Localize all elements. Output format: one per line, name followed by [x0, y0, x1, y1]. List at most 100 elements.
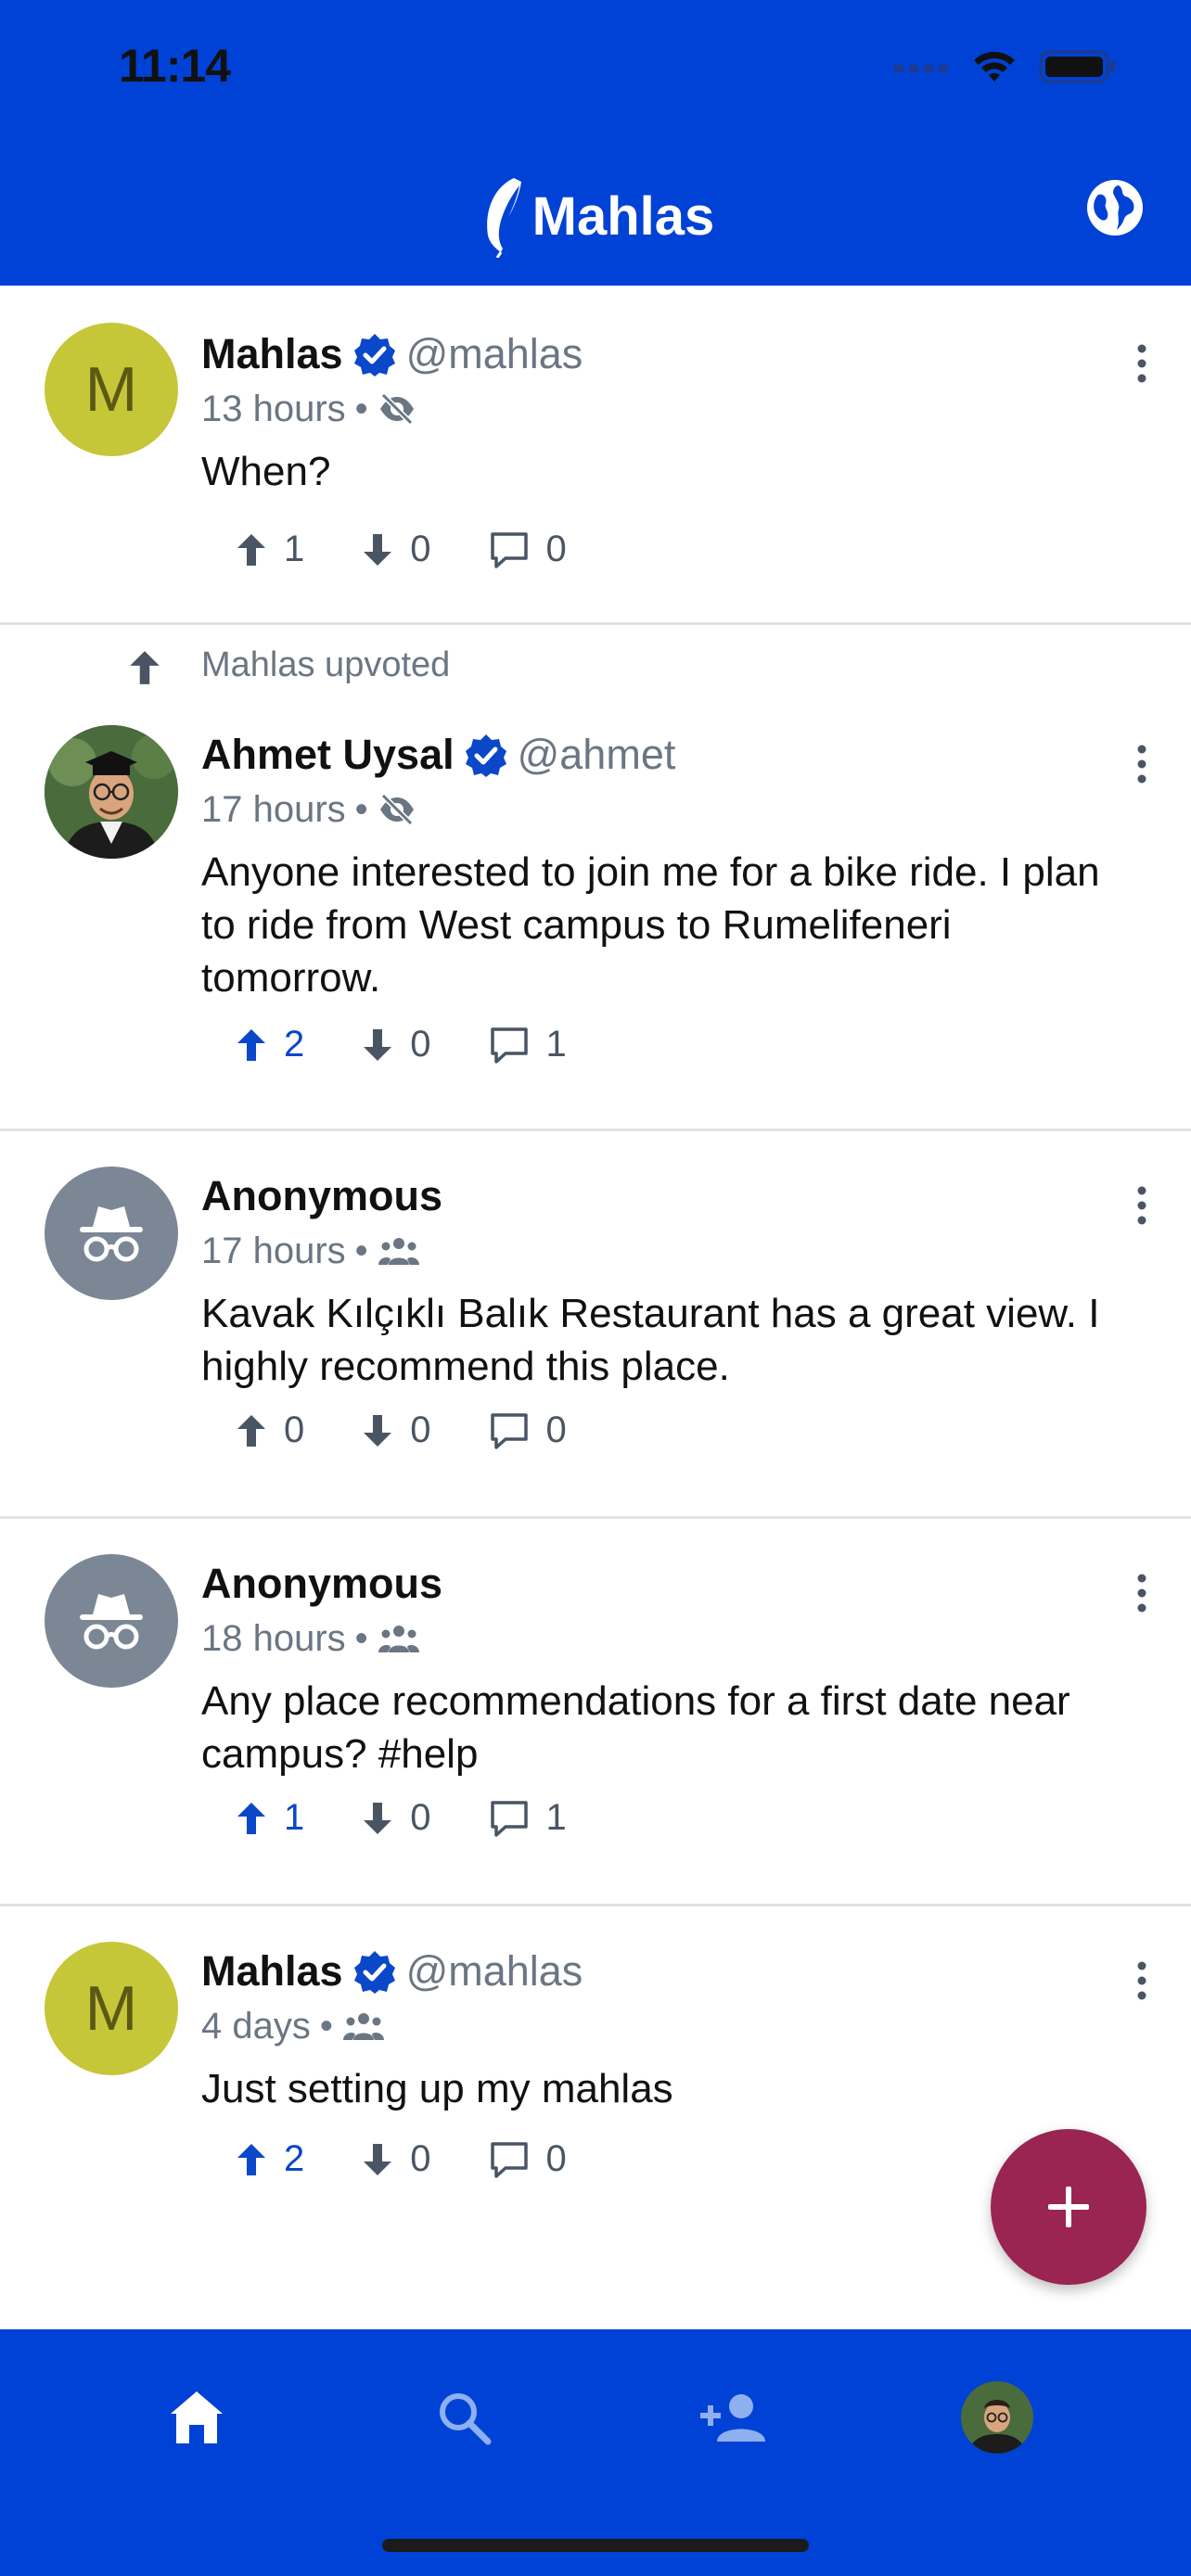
- avatar[interactable]: [45, 1554, 178, 1688]
- more-options-icon[interactable]: [1128, 336, 1156, 391]
- downvote-count: 0: [410, 529, 431, 569]
- post[interactable]: Anonymous 17 hours • Kavak Kılçıklı Balı…: [0, 1131, 1191, 1519]
- comment-button[interactable]: 1: [489, 1797, 567, 1839]
- more-options-icon[interactable]: [1128, 1178, 1156, 1233]
- author-name: Anonymous: [201, 1172, 443, 1219]
- app-title: Mahlas: [0, 174, 1191, 258]
- author-handle[interactable]: @mahlas: [406, 330, 583, 378]
- post-time: 17 hours: [201, 1230, 346, 1271]
- wifi-icon: [974, 51, 1015, 82]
- avatar[interactable]: [45, 1167, 178, 1300]
- comment-count: 0: [545, 2138, 567, 2179]
- post-meta: 13 hours •: [201, 382, 1135, 436]
- post-time: 18 hours: [201, 1617, 346, 1659]
- arrow-up-icon: [130, 651, 160, 684]
- meta-separator: •: [354, 1230, 368, 1271]
- verified-badge-icon: [353, 1951, 395, 1994]
- downvote-count: 0: [410, 1797, 431, 1838]
- arrow-up-icon: [237, 1802, 265, 1834]
- comment-count: 1: [545, 1024, 567, 1065]
- author-handle[interactable]: @mahlas: [406, 1947, 583, 1996]
- upvote-count: 0: [284, 1409, 305, 1450]
- nav-add-user[interactable]: [691, 2376, 775, 2459]
- author-name[interactable]: Ahmet Uysal: [201, 731, 455, 779]
- add-user-icon: [700, 2394, 765, 2442]
- upvote-button[interactable]: 1: [236, 529, 304, 570]
- plus-icon: [1048, 2187, 1089, 2227]
- post-text: When?: [201, 449, 331, 494]
- arrow-down-icon: [364, 2143, 392, 2175]
- nav-profile[interactable]: [955, 2376, 1039, 2459]
- upvote-button[interactable]: 1: [236, 1797, 304, 1839]
- post-time: 17 hours: [201, 788, 346, 830]
- app-title-text: Mahlas: [531, 185, 715, 247]
- author-line: Anonymous: [201, 1556, 1135, 1612]
- avatar[interactable]: M: [45, 1942, 178, 2075]
- new-post-button[interactable]: [991, 2129, 1146, 2285]
- downvote-button[interactable]: 0: [362, 2138, 431, 2180]
- downvote-button[interactable]: 0: [362, 1797, 431, 1839]
- downvote-count: 0: [410, 1409, 431, 1450]
- verified-badge-icon: [465, 734, 506, 777]
- meta-separator: •: [354, 1617, 368, 1659]
- nav-home[interactable]: [155, 2376, 238, 2459]
- comment-button[interactable]: 0: [489, 529, 567, 570]
- author-name[interactable]: Mahlas: [201, 1947, 343, 1996]
- incognito-icon: [80, 1206, 143, 1262]
- search-icon: [440, 2393, 492, 2445]
- post-time: 4 days: [201, 2005, 311, 2047]
- more-options-icon[interactable]: [1128, 1953, 1156, 2009]
- comment-button[interactable]: 0: [489, 1409, 567, 1451]
- post[interactable]: M Mahlas @mahlas 13 hours • When? 1 0 0: [0, 286, 1191, 625]
- post-actions: 1 0 1: [236, 1797, 624, 1839]
- post-content: Mahlas @mahlas 4 days • Just setting up …: [201, 1944, 1135, 2115]
- group-icon: [342, 2013, 384, 2040]
- upvote-button[interactable]: 2: [236, 2138, 304, 2180]
- comment-button[interactable]: 0: [489, 2138, 567, 2180]
- author-name[interactable]: Mahlas: [201, 330, 343, 378]
- nav-search[interactable]: [422, 2376, 506, 2459]
- post[interactable]: Mahlas upvoted Ahmet Uysal @ahmet 17 hou…: [0, 625, 1191, 1131]
- arrow-down-icon: [364, 1028, 392, 1061]
- upvote-count: 2: [284, 1024, 305, 1065]
- eye-off-icon: [379, 793, 414, 826]
- comment-button[interactable]: 1: [489, 1024, 567, 1065]
- more-options-icon[interactable]: [1128, 1565, 1156, 1621]
- avatar[interactable]: M: [45, 323, 178, 456]
- arrow-down-icon: [364, 1802, 392, 1834]
- upvote-button[interactable]: 0: [236, 1409, 304, 1451]
- post[interactable]: Anonymous 18 hours • Any place recommend…: [0, 1519, 1191, 1906]
- arrow-down-icon: [364, 533, 392, 566]
- post-content: Mahlas @mahlas 13 hours • When?: [201, 326, 1135, 498]
- downvote-button[interactable]: 0: [362, 1024, 431, 1065]
- app-header: 11:14 Mahlas: [0, 0, 1191, 286]
- downvote-button[interactable]: 0: [362, 1409, 431, 1451]
- post-text: Any place recommendations for a first da…: [201, 1678, 1070, 1777]
- feed: M Mahlas @mahlas 13 hours • When? 1 0 0 …: [0, 286, 1191, 2315]
- more-options-icon[interactable]: [1128, 736, 1156, 792]
- verified-badge-icon: [353, 334, 395, 376]
- upvote-count: 2: [284, 2138, 305, 2179]
- downvote-button[interactable]: 0: [362, 529, 431, 570]
- avatar[interactable]: [45, 725, 178, 859]
- upvote-count: 1: [284, 529, 305, 569]
- arrow-up-icon: [237, 533, 265, 566]
- battery-icon: [1039, 50, 1115, 83]
- globe-icon[interactable]: [1085, 178, 1145, 237]
- home-icon: [171, 2391, 223, 2443]
- author-name: Anonymous: [201, 1560, 443, 1607]
- cellular-icon: [894, 65, 948, 72]
- feather-logo-icon: [486, 178, 521, 258]
- post-content: Anonymous 18 hours • Any place recommend…: [201, 1556, 1135, 1780]
- upvote-button[interactable]: 2: [236, 1024, 304, 1065]
- post-time: 13 hours: [201, 388, 346, 429]
- comment-icon: [490, 1027, 528, 1064]
- post-meta: 17 hours •: [201, 783, 1135, 836]
- arrow-up-icon: [237, 2143, 265, 2175]
- post-text: Anyone interested to join me for a bike …: [201, 849, 1100, 1001]
- eye-off-icon: [379, 392, 414, 426]
- meta-separator: •: [354, 388, 368, 429]
- author-handle[interactable]: @ahmet: [518, 731, 676, 779]
- comment-icon: [490, 2141, 528, 2178]
- comment-count: 1: [545, 1797, 567, 1838]
